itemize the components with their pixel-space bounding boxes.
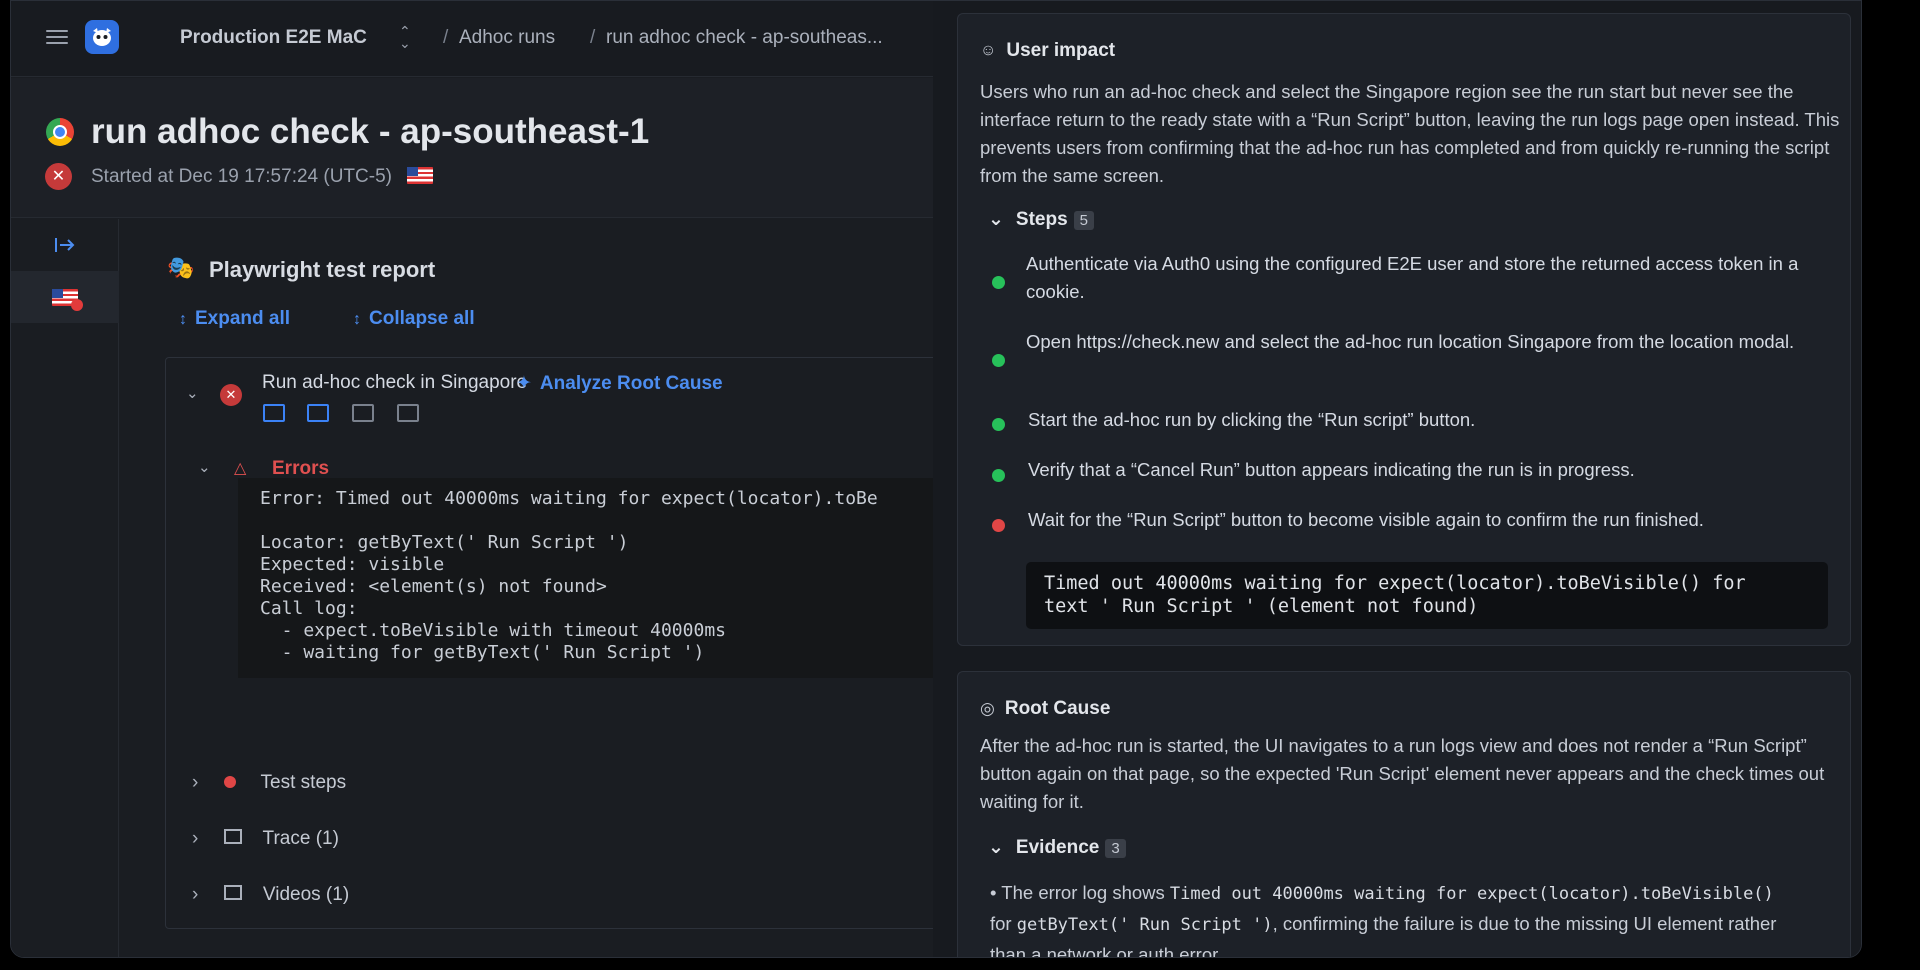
evidence-code: getByText(' Run Script ') xyxy=(1016,915,1273,935)
collapse-icon: ↕ xyxy=(353,311,361,328)
collapse-all-button[interactable]: ↕ Collapse all xyxy=(353,308,475,330)
video-icon[interactable] xyxy=(307,404,329,422)
target-icon: ◎ xyxy=(980,699,995,718)
evidence-code: Timed out 40000ms waiting for expect(loc… xyxy=(1169,884,1774,904)
trace-icon[interactable] xyxy=(263,404,285,422)
side-rail xyxy=(11,219,119,957)
step-status-dot xyxy=(992,469,1005,482)
failed-test-icon: ✕ xyxy=(220,384,242,406)
breadcrumb-current[interactable]: run adhoc check - ap-southeas... xyxy=(606,27,883,49)
trace-label: Trace (1) xyxy=(262,828,339,849)
test-steps-label: Test steps xyxy=(260,772,347,793)
videos-label: Videos (1) xyxy=(262,884,350,905)
evidence-prefix: The error log shows xyxy=(1001,882,1165,903)
users-icon: ☺ xyxy=(980,42,997,59)
steps-toggle[interactable]: ⌄ Steps 5 xyxy=(988,208,1095,231)
test-steps-row[interactable]: › Test steps xyxy=(192,772,346,794)
step-status-dot xyxy=(992,519,1005,532)
step-status-dot xyxy=(992,276,1005,289)
flame-icon: △ xyxy=(234,460,247,477)
chrome-icon xyxy=(46,118,74,146)
root-cause-text: After the ad-hoc run is started, the UI … xyxy=(980,735,1825,812)
bullet: • xyxy=(990,882,997,903)
test-card: ⌄ ✕ Run ad-hoc check in Singapore ✦ Analy… xyxy=(165,357,965,929)
user-impact-title: User impact xyxy=(1006,40,1116,61)
chevron-updown-icon[interactable]: ⌃ ⌄ xyxy=(399,24,411,50)
top-bar: Production E2E MaC ⌃ ⌄ / Adhoc runs / run… xyxy=(11,1,933,77)
step-item: Start the ad-hoc run by clicking the “Ru… xyxy=(1028,409,1476,430)
step-status-dot xyxy=(992,418,1005,431)
analyze-root-cause-button[interactable]: ✦ Analyze Root Cause xyxy=(516,372,723,395)
trace-row[interactable]: › Trace (1) xyxy=(192,828,339,850)
location-us-tab[interactable] xyxy=(11,271,119,323)
breadcrumb-separator: / xyxy=(443,27,449,48)
root-cause-panel: ◎ Root Cause After the ad-hoc run is sta… xyxy=(957,671,1851,957)
menu-icon[interactable] xyxy=(46,26,68,48)
breadcrumb-section[interactable]: Adhoc runs xyxy=(459,27,555,49)
analyze-label: Analyze Root Cause xyxy=(539,373,723,394)
user-impact-text: Users who run an ad-hoc check and select… xyxy=(980,81,1840,186)
fail-dot xyxy=(71,299,83,311)
user-impact-header: ☺ User impact xyxy=(980,40,1115,62)
chevron-right-icon: › xyxy=(192,884,199,905)
chevron-down-icon[interactable]: ⌄ xyxy=(186,384,199,402)
root-cause-title: Root Cause xyxy=(1004,698,1111,719)
started-at-text: Started at Dec 19 17:57:24 (UTC-5) xyxy=(91,166,392,187)
breadcrumb-project[interactable]: Production E2E MaC xyxy=(180,27,367,49)
step-error-code: Timed out 40000ms waiting for expect(loc… xyxy=(1026,562,1828,629)
collapse-all-label: Collapse all xyxy=(369,308,475,329)
evidence-count: 3 xyxy=(1105,839,1126,858)
chevron-down-icon: ⌄ xyxy=(988,837,1004,858)
playwright-icon: 🎭 xyxy=(167,255,195,280)
videos-row[interactable]: › Videos (1) xyxy=(192,884,349,906)
step-item: Wait for the “Run Script” button to beco… xyxy=(1028,509,1704,530)
errors-label: Errors xyxy=(272,458,330,479)
expand-all-label: Expand all xyxy=(195,308,291,329)
run-header: run adhoc check - ap-southeast-1 ✕ Start… xyxy=(11,78,933,218)
evidence-mid: for xyxy=(990,913,1012,934)
breadcrumb-separator: / xyxy=(590,27,596,48)
diff-icon[interactable] xyxy=(397,404,419,422)
video-icon xyxy=(223,885,242,900)
expand-icon: ↕ xyxy=(179,311,187,328)
user-impact-panel: ☺ User impact Users who run an ad-hoc ch… xyxy=(957,13,1851,646)
step-item: Open https://check.new and select the ad… xyxy=(1026,331,1795,352)
chevron-right-icon: › xyxy=(192,828,199,849)
analysis-pane: ☺ User impact Users who run an ad-hoc ch… xyxy=(933,1,1861,957)
report-title: Playwright test report xyxy=(209,257,436,282)
evidence-label: Evidence xyxy=(1015,837,1100,858)
steps-label: Steps xyxy=(1015,209,1068,230)
step-status-dot xyxy=(992,354,1005,367)
us-flag-icon xyxy=(407,167,434,184)
root-cause-header: ◎ Root Cause xyxy=(980,698,1110,720)
fail-dot xyxy=(223,776,236,788)
step-item: Authenticate via Auth0 using the configu… xyxy=(1026,253,1799,302)
left-pane: Production E2E MaC ⌃ ⌄ / Adhoc runs / run… xyxy=(11,1,965,957)
app-logo[interactable] xyxy=(85,20,119,54)
chevron-down-icon[interactable]: ⌄ xyxy=(198,458,211,476)
trace-icon xyxy=(223,829,242,844)
sparkle-icon: ✦ xyxy=(516,373,532,394)
failed-status-icon: ✕ xyxy=(45,163,72,190)
started-at: Started at Dec 19 17:57:24 (UTC-5) xyxy=(91,165,434,188)
app-window: Production E2E MaC ⌃ ⌄ / Adhoc runs / run… xyxy=(10,0,1862,958)
image-icon[interactable] xyxy=(352,404,374,422)
test-name[interactable]: Run ad-hoc check in Singapore xyxy=(262,372,527,394)
chevron-right-icon: › xyxy=(192,772,199,793)
expand-panel-icon[interactable] xyxy=(11,219,119,271)
test-report: 🎭 Playwright test report ↕ Expand all ↕ Co… xyxy=(121,219,965,957)
evidence-item: • The error log shows Timed out 40000ms … xyxy=(990,878,1790,957)
expand-all-button[interactable]: ↕ Expand all xyxy=(179,308,290,330)
steps-count: 5 xyxy=(1073,211,1095,230)
evidence-toggle[interactable]: ⌄ Evidence 3 xyxy=(988,836,1126,859)
step-item: Verify that a “Cancel Run” button appear… xyxy=(1028,459,1635,480)
error-log: Error: Timed out 40000ms waiting for exp… xyxy=(238,478,958,678)
chevron-down-icon: ⌄ xyxy=(988,209,1004,230)
page-title: run adhoc check - ap-southeast-1 xyxy=(91,112,650,151)
